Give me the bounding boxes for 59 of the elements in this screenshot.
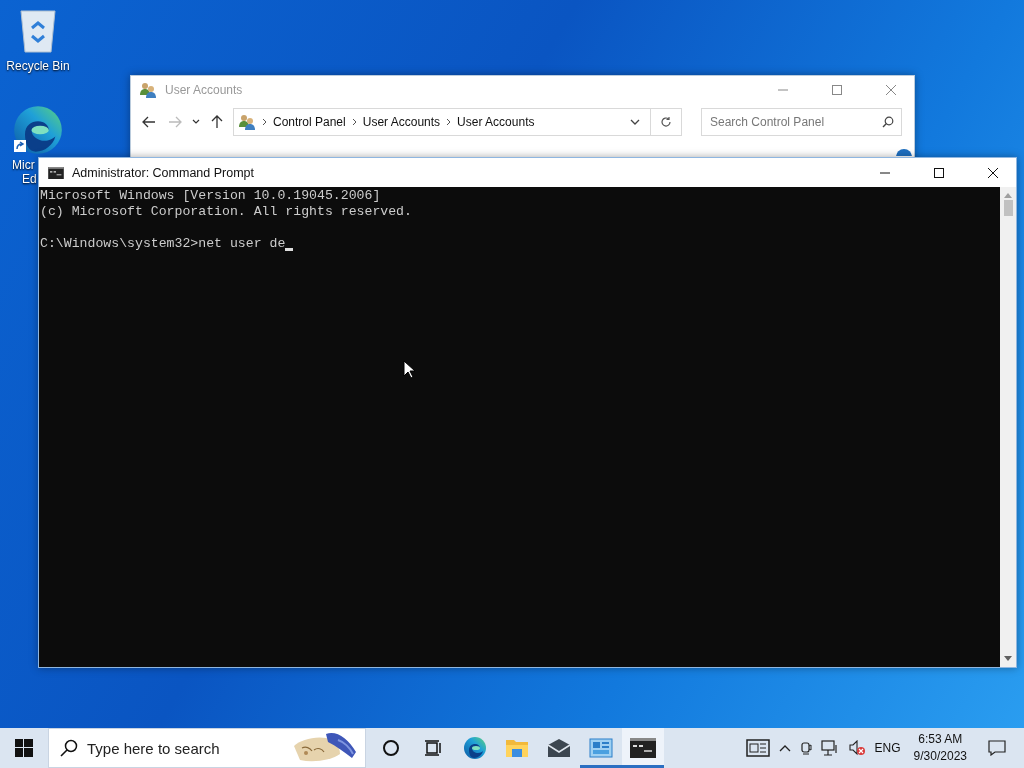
language-indicator[interactable]: ENG [874,741,901,755]
terminal-icon [630,738,656,758]
camera-icon[interactable] [799,740,812,756]
speaker-muted-icon[interactable] [847,740,866,756]
windows-logo-icon [15,739,33,757]
users-icon [139,82,157,98]
close-icon [988,167,998,178]
folder-icon [505,737,529,759]
desktop-icon-label[interactable]: Recycle Bin [6,59,70,73]
edge-browser-icon [12,104,64,156]
window-title: Administrator: Command Prompt [72,165,255,180]
breadcrumb-item[interactable]: User Accounts [362,115,441,129]
up-arrow-icon [211,115,223,129]
scrollbar[interactable] [1000,187,1016,667]
cortana-circle-icon [382,739,400,757]
breadcrumb-item[interactable]: User Accounts [457,115,535,129]
breadcrumb-item[interactable]: Control Panel [273,115,346,129]
address-bar[interactable]: Control Panel User Accounts User Accounts [233,108,651,136]
search-icon [882,116,894,128]
command-prompt-line[interactable]: C:\Windows\system32>net user de [40,236,286,252]
clock[interactable]: 6:53 AM 9/30/2023 [909,731,971,765]
taskbar-app-button[interactable] [622,728,664,768]
desktop-icon-label[interactable]: Ed [22,172,37,186]
maximize-icon [934,167,944,178]
chevron-icon [351,118,357,126]
chevron-up-icon[interactable] [778,744,791,752]
console-output-line: Microsoft Windows [Version 10.0.19045.2006] [40,188,381,204]
scrollbar-thumb[interactable] [1003,200,1013,216]
close-icon [886,85,896,95]
users-icon [238,114,256,130]
recycle-bin-icon[interactable] [18,8,58,54]
text-cursor [285,248,294,251]
search-icon [60,739,78,757]
chevron-icon [446,118,452,126]
control-panel-icon [589,738,613,758]
console-output-line: (c) Microsoft Corporation. All rights reserved. [40,204,412,220]
refresh-icon [660,116,672,128]
window-title: User Accounts [165,83,244,97]
shortcut-arrow-icon [14,140,26,152]
search-field[interactable]: Search Control Panel [701,108,902,136]
mail-envelope-icon [547,738,571,758]
dropdown-icon[interactable] [630,119,640,125]
task-view-icon [424,739,442,757]
help-icon[interactable] [896,149,912,156]
back-arrow-icon [142,116,156,128]
notification-icon[interactable] [988,740,1006,756]
network-icon[interactable] [820,740,839,756]
edge-browser-icon [463,736,487,760]
mouse-pointer-icon [403,360,415,379]
taskbar-search-field[interactable]: Type here to search [48,728,366,768]
caret-icon [192,119,200,125]
forward-arrow-icon [168,116,182,128]
terminal-icon [48,166,64,179]
scroll-down-arrow-icon[interactable] [1004,656,1012,662]
desktop-icon-label[interactable]: Micr [12,158,37,172]
news-icon[interactable] [745,739,770,757]
chevron-icon [262,118,267,126]
refresh-button[interactable] [651,108,682,136]
maximize-icon [832,85,842,95]
